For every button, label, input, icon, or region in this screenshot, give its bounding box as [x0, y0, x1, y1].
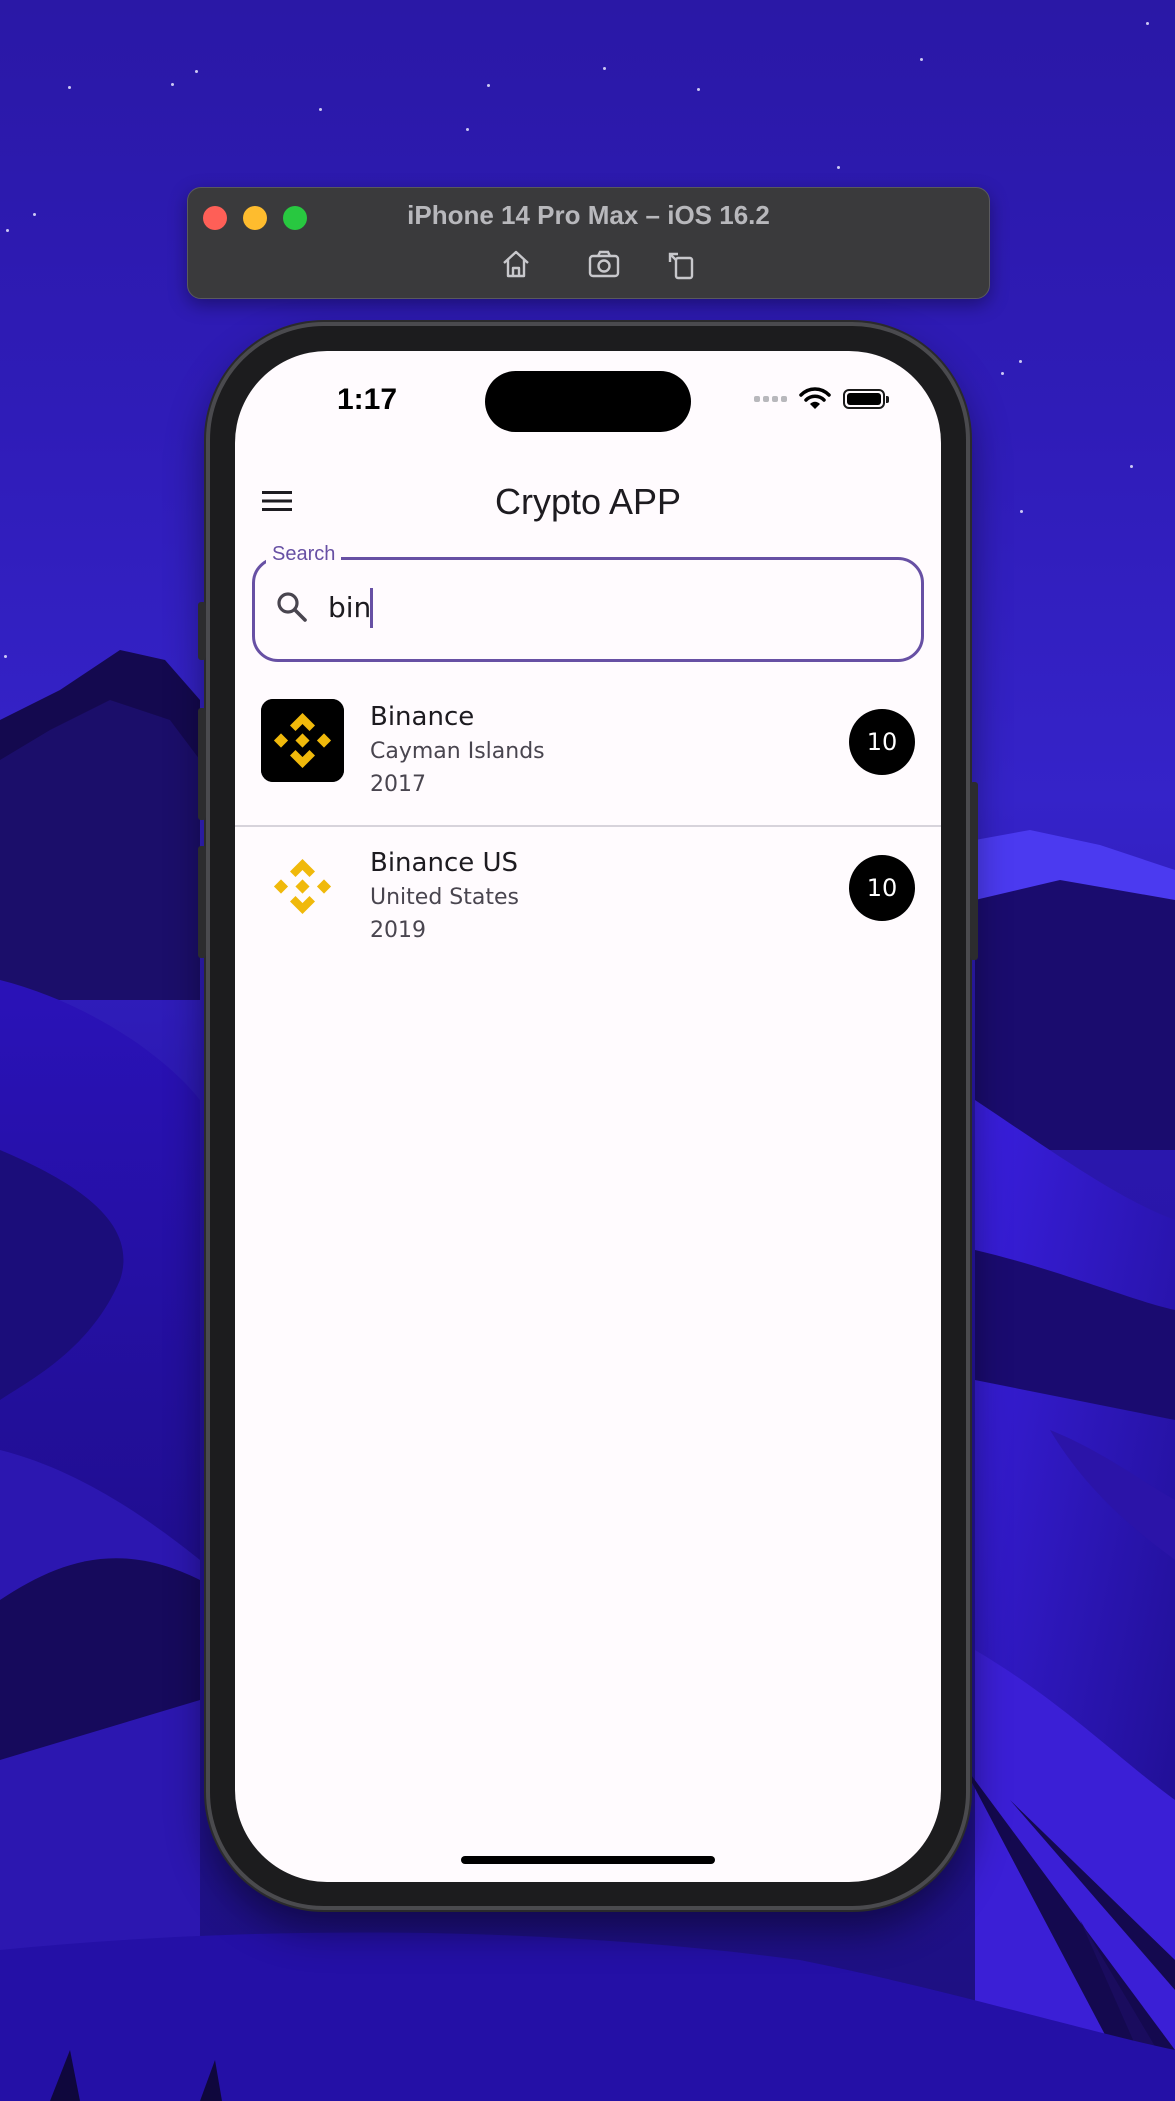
volume-down-button — [198, 846, 206, 958]
list-item[interactable]: Binance Cayman Islands 2017 10 — [235, 681, 941, 827]
status-time: 1:17 — [337, 383, 398, 416]
binance-logo-icon — [261, 699, 344, 782]
simulator-title: iPhone 14 Pro Max – iOS 16.2 — [407, 200, 770, 230]
power-button — [970, 782, 978, 960]
trust-rank-badge: 10 — [849, 855, 915, 921]
list-item-text: Binance US United States 2019 — [370, 845, 519, 947]
wifi-icon — [799, 387, 831, 409]
simulator-window-toolbar: iPhone 14 Pro Max – iOS 16.2 — [187, 187, 990, 299]
rotate-icon[interactable] — [664, 246, 700, 282]
screenshot-icon[interactable] — [586, 246, 622, 282]
home-indicator[interactable] — [461, 1856, 715, 1864]
dynamic-island — [485, 371, 691, 432]
exchange-year: 2017 — [370, 772, 426, 797]
search-icon — [272, 587, 312, 627]
search-field[interactable]: Search — [252, 543, 924, 662]
search-field-label: Search — [266, 543, 342, 566]
list-item-text: Binance Cayman Islands 2017 — [370, 699, 545, 801]
home-icon[interactable] — [498, 246, 534, 282]
exchange-year: 2019 — [370, 918, 426, 943]
trust-rank-badge: 10 — [849, 709, 915, 775]
exchange-list: Binance Cayman Islands 2017 10 Binance U… — [235, 681, 941, 971]
status-icons — [754, 385, 889, 413]
app-screen: 1:17 Crypto APP Search bin Binance Cayma… — [235, 351, 941, 1882]
exchange-name: Binance — [370, 702, 475, 732]
text-cursor — [370, 588, 373, 628]
exchange-name: Binance US — [370, 848, 519, 878]
exchange-country: United States — [370, 885, 519, 910]
silent-switch — [198, 602, 206, 660]
search-input[interactable] — [328, 585, 888, 629]
battery-icon — [843, 389, 889, 409]
cellular-signal-icon — [754, 396, 787, 402]
app-bar: Crypto APP — [235, 461, 941, 541]
volume-up-button — [198, 708, 206, 820]
exchange-country: Cayman Islands — [370, 739, 545, 764]
list-item[interactable]: Binance US United States 2019 10 — [235, 827, 941, 971]
page-title: Crypto APP — [494, 481, 682, 522]
binance-us-logo-icon — [261, 845, 344, 928]
